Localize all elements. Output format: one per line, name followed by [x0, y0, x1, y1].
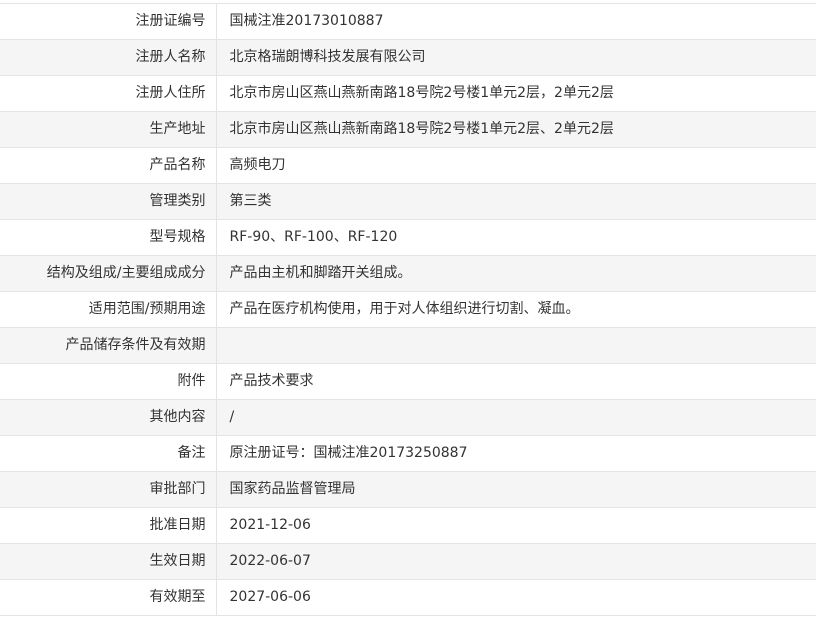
field-label: 生效日期: [0, 543, 217, 580]
row-approval-date: 批准日期 2021-12-06: [0, 507, 816, 544]
field-value: 北京市房山区燕山燕新南路18号院2号楼1单元2层，2单元2层: [216, 75, 816, 112]
row-model-spec: 型号规格 RF-90、RF-100、RF-120: [0, 219, 816, 256]
registration-table: 注册证编号 国械注准20173010887 注册人名称 北京格瑞朗博科技发展有限…: [0, 3, 816, 616]
row-management-class: 管理类别 第三类: [0, 183, 816, 220]
field-label: 批准日期: [0, 507, 217, 544]
field-label: 其他内容: [0, 399, 217, 436]
field-value: 产品由主机和脚踏开关组成。: [216, 255, 816, 292]
field-label: 产品名称: [0, 147, 217, 184]
field-label: 备注: [0, 435, 217, 472]
field-label: 注册证编号: [0, 3, 217, 40]
field-label: 注册人名称: [0, 39, 217, 76]
row-valid-until: 有效期至 2027-06-06: [0, 579, 816, 616]
row-other-content: 其他内容 /: [0, 399, 816, 436]
field-value: 国家药品监督管理局: [216, 471, 816, 508]
field-value: 产品技术要求: [216, 363, 816, 400]
row-production-address: 生产地址 北京市房山区燕山燕新南路18号院2号楼1单元2层、2单元2层: [0, 111, 816, 148]
row-product-name: 产品名称 高频电刀: [0, 147, 816, 184]
field-label: 生产地址: [0, 111, 217, 148]
field-value: 2027-06-06: [216, 579, 816, 616]
field-label: 审批部门: [0, 471, 217, 508]
row-storage-validity: 产品储存条件及有效期: [0, 327, 816, 364]
field-label: 适用范围/预期用途: [0, 291, 217, 328]
field-value: [216, 327, 816, 364]
row-registrant-address: 注册人住所 北京市房山区燕山燕新南路18号院2号楼1单元2层，2单元2层: [0, 75, 816, 112]
field-value: 国械注准20173010887: [216, 3, 816, 40]
field-value: 原注册证号：国械注准20173250887: [216, 435, 816, 472]
field-label: 有效期至: [0, 579, 217, 616]
row-attachment: 附件 产品技术要求: [0, 363, 816, 400]
row-registration-number: 注册证编号 国械注准20173010887: [0, 3, 816, 40]
field-label: 附件: [0, 363, 217, 400]
field-value: 产品在医疗机构使用，用于对人体组织进行切割、凝血。: [216, 291, 816, 328]
row-intended-use: 适用范围/预期用途 产品在医疗机构使用，用于对人体组织进行切割、凝血。: [0, 291, 816, 328]
field-value: 高频电刀: [216, 147, 816, 184]
field-value: 2021-12-06: [216, 507, 816, 544]
field-label: 管理类别: [0, 183, 217, 220]
row-remarks: 备注 原注册证号：国械注准20173250887: [0, 435, 816, 472]
field-label: 型号规格: [0, 219, 217, 256]
row-approval-department: 审批部门 国家药品监督管理局: [0, 471, 816, 508]
field-label: 产品储存条件及有效期: [0, 327, 217, 364]
row-registrant-name: 注册人名称 北京格瑞朗博科技发展有限公司: [0, 39, 816, 76]
field-value: 第三类: [216, 183, 816, 220]
field-value: 2022-06-07: [216, 543, 816, 580]
field-value: RF-90、RF-100、RF-120: [216, 219, 816, 256]
row-effective-date: 生效日期 2022-06-07: [0, 543, 816, 580]
field-label: 注册人住所: [0, 75, 217, 112]
field-value: 北京市房山区燕山燕新南路18号院2号楼1单元2层、2单元2层: [216, 111, 816, 148]
registration-details: 注册证编号 国械注准20173010887 注册人名称 北京格瑞朗博科技发展有限…: [0, 0, 816, 625]
row-structure-composition: 结构及组成/主要组成成分 产品由主机和脚踏开关组成。: [0, 255, 816, 292]
field-value: /: [216, 399, 816, 436]
field-value: 北京格瑞朗博科技发展有限公司: [216, 39, 816, 76]
field-label: 结构及组成/主要组成成分: [0, 255, 217, 292]
